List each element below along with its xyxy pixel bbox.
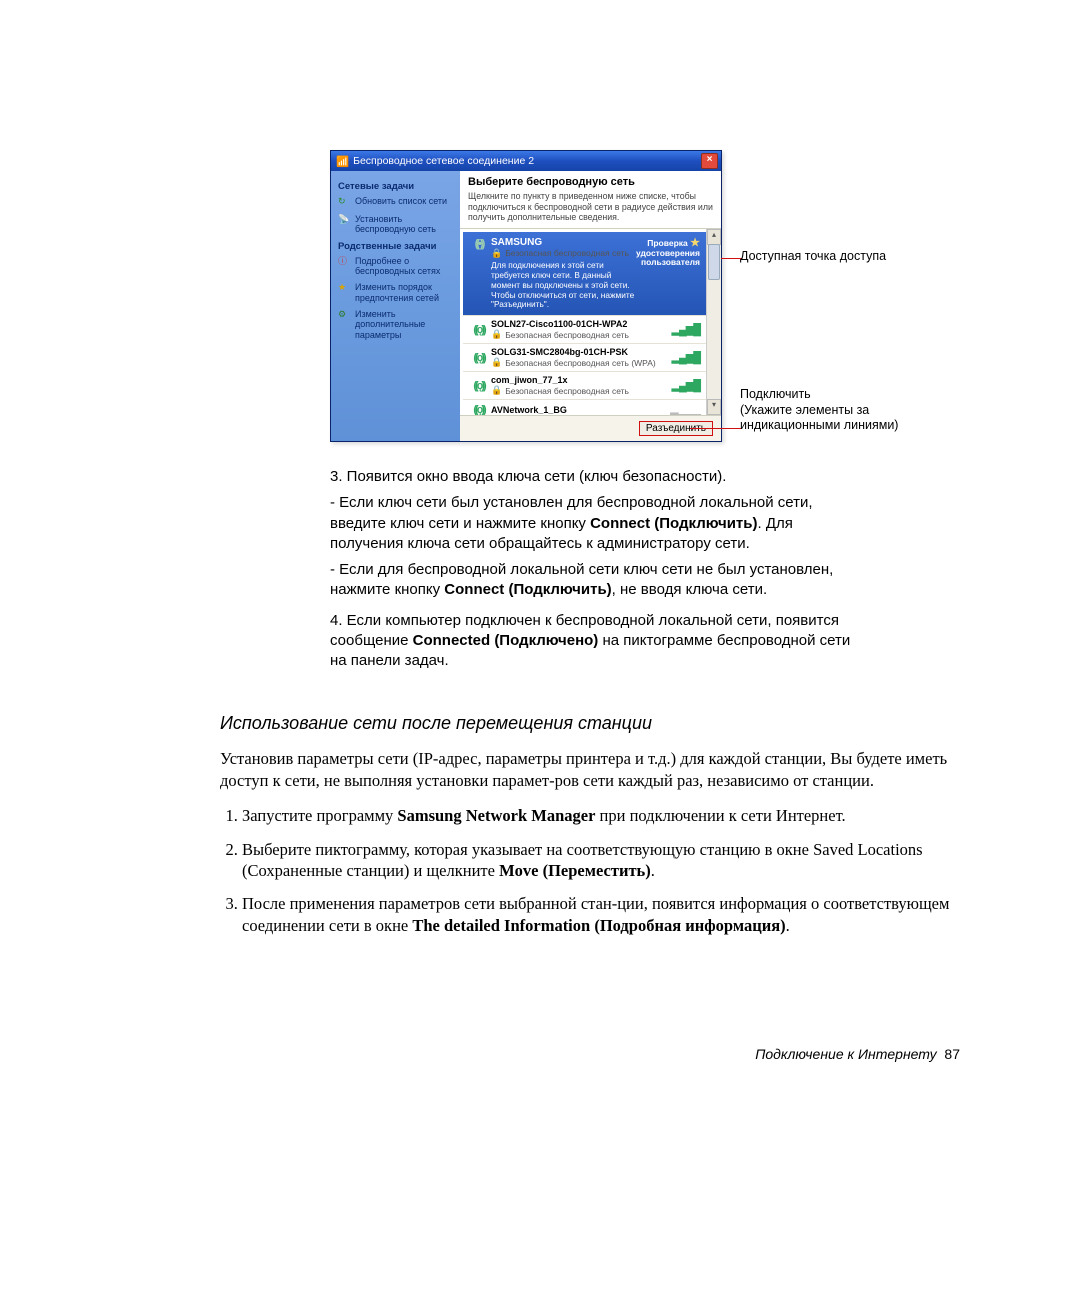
step-item-3: После применения параметров сети выбранн… bbox=[242, 893, 960, 936]
network-message: Для подключения к этой сети требуется кл… bbox=[491, 261, 636, 311]
section-heading: Использование сети после перемещения ста… bbox=[220, 713, 960, 734]
network-name: com_jiwon_77_1x bbox=[491, 375, 671, 385]
sidebar-link-setup[interactable]: 📡 Установить беспроводную сеть bbox=[338, 214, 453, 235]
step-3-lead: 3. Появится окно ввода ключа сети (ключ … bbox=[330, 467, 860, 487]
main-heading: Выберите беспроводную сеть bbox=[468, 176, 713, 188]
main-pane: Выберите беспроводную сеть Щелкните по п… bbox=[460, 171, 721, 441]
sidebar-link-order[interactable]: ★ Изменить порядок предпочтения сетей bbox=[338, 282, 453, 303]
section-intro: Установив параметры сети (IP-адрес, пара… bbox=[220, 748, 960, 791]
network-list: ▴ ▾ ((•)) SAMSUNG 🔒Безопасная беспроводн… bbox=[460, 229, 721, 415]
annotation-access-point: Доступная точка доступа bbox=[740, 249, 886, 265]
titlebar[interactable]: 📶 Беспроводное сетевое соединение 2 × bbox=[331, 151, 721, 171]
antenna-icon: 📡 bbox=[338, 214, 350, 226]
wifi-icon: ((ǫ)) bbox=[467, 380, 491, 392]
close-icon[interactable]: × bbox=[701, 153, 718, 169]
wifi-icon: ((ǫ)) bbox=[467, 404, 491, 415]
signal-bars-icon: ▂▁▁▁ bbox=[670, 403, 700, 415]
network-item[interactable]: ((ǫ)) SOLN27-Cisco1100-01CH-WPA2 🔒Безопа… bbox=[463, 316, 718, 344]
network-name: SAMSUNG bbox=[491, 237, 636, 248]
scrollbar[interactable]: ▴ ▾ bbox=[706, 229, 721, 415]
step-4: 4. Если компьютер подключен к беспроводн… bbox=[330, 611, 860, 672]
network-name: SOLG31-SMC2804bg-01CH-PSK bbox=[491, 347, 671, 357]
lock-icon: 🔒 bbox=[491, 385, 502, 396]
window-title: Беспроводное сетевое соединение 2 bbox=[353, 155, 534, 167]
scroll-up-icon[interactable]: ▴ bbox=[707, 229, 721, 245]
step-item-1: Запустите программу Samsung Network Mana… bbox=[242, 805, 960, 826]
signal-bars-icon: ▂▄▆█ bbox=[671, 379, 700, 392]
step-3-bullet-2: - Если для беспроводной локальной сети к… bbox=[330, 560, 860, 601]
window-icon: 📶 bbox=[336, 155, 349, 168]
status-badge: Проверка ★ удостоверения пользователя bbox=[636, 237, 700, 268]
annotation-connect: Подключить(Укажите элементы за индикацио… bbox=[740, 387, 910, 434]
sidebar: Сетевые задачи ↻ Обновить список сети 📡 … bbox=[331, 171, 460, 441]
network-item-selected[interactable]: ((•)) SAMSUNG 🔒Безопасная беспроводная с… bbox=[463, 232, 718, 317]
steps-list: Запустите программу Samsung Network Mana… bbox=[220, 805, 960, 936]
step-item-2: Выберите пиктограмму, которая указывает … bbox=[242, 839, 960, 882]
scroll-thumb[interactable] bbox=[708, 244, 720, 280]
gear-icon: ⚙ bbox=[338, 309, 350, 321]
lock-icon: 🔒 bbox=[491, 329, 502, 340]
signal-bars-icon: ▂▄▆█ bbox=[671, 323, 700, 336]
page-footer: Подключение к Интернету 87 bbox=[220, 1046, 960, 1062]
body-text-block-1: 3. Появится окно ввода ключа сети (ключ … bbox=[330, 467, 860, 671]
lock-icon: 🔒 bbox=[491, 248, 502, 259]
wifi-icon: ((ǫ)) bbox=[467, 352, 491, 364]
main-subtext: Щелкните по пункту в приведенном ниже сп… bbox=[468, 191, 713, 223]
wireless-dialog: 📶 Беспроводное сетевое соединение 2 × Се… bbox=[330, 150, 722, 442]
scroll-down-icon[interactable]: ▾ bbox=[707, 399, 721, 415]
sidebar-link-learn[interactable]: ⓘ Подробнее о беспроводных сетях bbox=[338, 256, 453, 277]
star-icon: ★ bbox=[338, 282, 350, 294]
wifi-icon: ((ǫ)) bbox=[467, 324, 491, 336]
sidebar-link-advanced[interactable]: ⚙ Изменить дополнительные параметры bbox=[338, 309, 453, 340]
info-icon: ⓘ bbox=[338, 256, 350, 268]
sidebar-group-2: Родственные задачи bbox=[338, 241, 453, 252]
network-name: AVNetwork_1_BG bbox=[491, 405, 670, 415]
network-item[interactable]: ((ǫ)) SOLG31-SMC2804bg-01CH-PSK 🔒Безопас… bbox=[463, 344, 718, 372]
network-name: SOLN27-Cisco1100-01CH-WPA2 bbox=[491, 319, 671, 329]
step-3-bullet-1: - Если ключ сети был установлен для бесп… bbox=[330, 493, 860, 554]
network-item[interactable]: ((ǫ)) AVNetwork_1_BG ▂▁▁▁ bbox=[463, 400, 718, 415]
signal-bars-icon: ▂▄▆█ bbox=[671, 351, 700, 364]
sidebar-group-1: Сетевые задачи bbox=[338, 181, 453, 192]
wifi-icon: ((•)) bbox=[467, 237, 491, 250]
refresh-icon: ↻ bbox=[338, 196, 350, 208]
lock-icon: 🔒 bbox=[491, 357, 502, 368]
sidebar-link-refresh[interactable]: ↻ Обновить список сети bbox=[338, 196, 453, 208]
network-item[interactable]: ((ǫ)) com_jiwon_77_1x 🔒Безопасная беспро… bbox=[463, 372, 718, 400]
